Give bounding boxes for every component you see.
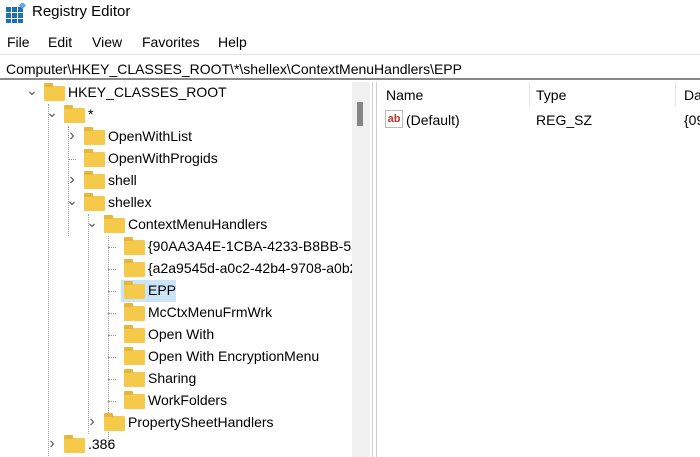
folder-icon <box>104 215 125 233</box>
chevron-down-icon[interactable]: ⌄ <box>26 82 38 99</box>
tree-guide-line <box>108 379 116 380</box>
string-value-icon: ab <box>385 110 403 128</box>
folder-icon <box>84 127 105 145</box>
folder-icon <box>84 193 105 211</box>
column-header-name[interactable]: Name <box>386 87 423 103</box>
folder-icon <box>64 435 85 453</box>
tree-guide-line <box>108 247 116 248</box>
tree-guide-line <box>108 357 116 358</box>
column-header-data[interactable]: Data <box>684 87 700 103</box>
folder-icon <box>64 105 85 123</box>
tree-item[interactable]: {90AA3A4E-1CBA-4233-B8BB-535773D48449} <box>0 236 352 258</box>
tree-item[interactable]: ⌄ ContextMenuHandlers <box>0 214 352 236</box>
folder-icon <box>124 281 145 299</box>
chevron-right-icon[interactable]: › <box>66 127 78 145</box>
pane-splitter[interactable] <box>372 82 377 457</box>
menu-bar: File Edit View Favorites Help <box>0 32 700 52</box>
tree-item[interactable]: › shell <box>0 170 352 192</box>
tree-item-label: {a2a9545d-a0c2-42b4-9708-a0b2badd77c8} <box>148 260 352 276</box>
tree-item[interactable]: OpenWithProgids <box>0 148 352 170</box>
tree-item[interactable]: WorkFolders <box>0 390 352 412</box>
folder-icon <box>124 347 145 365</box>
tree-item-label: {90AA3A4E-1CBA-4233-B8BB-535773D48449} <box>148 238 352 254</box>
tree-item-label: PropertySheetHandlers <box>128 414 274 430</box>
tree-guide-line <box>108 313 116 314</box>
tree-scrollbar[interactable] <box>352 82 370 457</box>
title-bar: Registry Editor <box>0 0 700 28</box>
tree-item-label: OpenWithList <box>108 128 193 144</box>
menu-file[interactable]: File <box>7 34 30 50</box>
tree-guide-line <box>108 269 116 270</box>
chevron-right-icon[interactable]: › <box>46 435 58 453</box>
tree-item[interactable]: Sharing <box>0 368 352 390</box>
folder-icon <box>124 259 145 277</box>
address-bar[interactable]: Computer\HKEY_CLASSES_ROOT\*\shellex\Con… <box>0 54 700 80</box>
tree-item[interactable]: ⌄ HKEY_CLASSES_ROOT <box>0 82 352 104</box>
tree-item[interactable]: › PropertySheetHandlers <box>0 412 352 434</box>
scroll-thumb[interactable] <box>357 102 363 126</box>
tree-guide-line <box>68 159 76 160</box>
tree-guide-line <box>108 291 116 292</box>
tree-item-label: HKEY_CLASSES_ROOT <box>68 84 227 100</box>
folder-icon <box>44 83 65 101</box>
menu-view[interactable]: View <box>92 34 122 50</box>
chevron-right-icon[interactable]: › <box>66 171 78 189</box>
folder-icon <box>84 171 105 189</box>
tree-item-label: ContextMenuHandlers <box>128 216 268 232</box>
tree-item-label: WorkFolders <box>148 392 228 408</box>
tree-guide-line <box>108 401 116 402</box>
tree-item-label: .386 <box>88 436 116 452</box>
folder-icon <box>124 369 145 387</box>
column-divider[interactable] <box>529 82 530 106</box>
tree-item[interactable]: ⌄ shellex <box>0 192 352 214</box>
value-data: {09A47860-11B0-4DA5-AFA5-26D86198A780} <box>684 112 700 128</box>
tree-item[interactable]: Open With <box>0 324 352 346</box>
folder-icon <box>124 325 145 343</box>
window-title: Registry Editor <box>32 3 131 20</box>
column-divider[interactable] <box>675 82 676 106</box>
tree-item[interactable]: › .386 <box>0 434 352 456</box>
chevron-right-icon[interactable]: › <box>86 413 98 431</box>
tree-item[interactable]: › OpenWithList <box>0 126 352 148</box>
menu-help[interactable]: Help <box>218 34 247 50</box>
tree-item-label: McCtxMenuFrmWrk <box>148 304 273 320</box>
tree-item-label: EPP <box>148 282 177 298</box>
value-name: (Default) <box>406 112 460 128</box>
column-header-type[interactable]: Type <box>536 87 566 103</box>
tree-item-label: * <box>88 106 94 122</box>
menu-favorites[interactable]: Favorites <box>142 34 200 50</box>
folder-icon <box>104 413 125 431</box>
value-type: REG_SZ <box>536 112 593 128</box>
tree-item[interactable]: EPP <box>0 280 352 302</box>
tree-item-label: shell <box>108 172 137 188</box>
tree-item[interactable]: {a2a9545d-a0c2-42b4-9708-a0b2badd77c8} <box>0 258 352 280</box>
chevron-down-icon[interactable]: ⌄ <box>86 214 98 231</box>
tree-item-label: OpenWithProgids <box>108 150 218 166</box>
menu-edit[interactable]: Edit <box>48 34 72 50</box>
tree-item[interactable]: ⌄ * <box>0 104 352 126</box>
tree-item[interactable]: McCtxMenuFrmWrk <box>0 302 352 324</box>
folder-icon <box>124 303 145 321</box>
tree-item-label: shellex <box>108 194 152 210</box>
tree-guide-line <box>108 335 116 336</box>
tree-item-label: Sharing <box>148 370 197 386</box>
key-tree[interactable]: ⌄ HKEY_CLASSES_ROOT ⌄ * › OpenWithList OpenWit… <box>0 82 352 457</box>
folder-icon <box>84 149 105 167</box>
tree-item[interactable]: Open With EncryptionMenu <box>0 346 352 368</box>
tree-item-label: Open With <box>148 326 215 342</box>
registry-editor-icon <box>6 3 26 23</box>
chevron-down-icon[interactable]: ⌄ <box>66 192 78 209</box>
folder-icon <box>124 391 145 409</box>
tree-item-label: Open With EncryptionMenu <box>148 348 320 364</box>
chevron-down-icon[interactable]: ⌄ <box>46 104 58 121</box>
values-pane: Name Type Data ab (Default) REG_SZ {09A4… <box>378 82 700 457</box>
folder-icon <box>124 237 145 255</box>
